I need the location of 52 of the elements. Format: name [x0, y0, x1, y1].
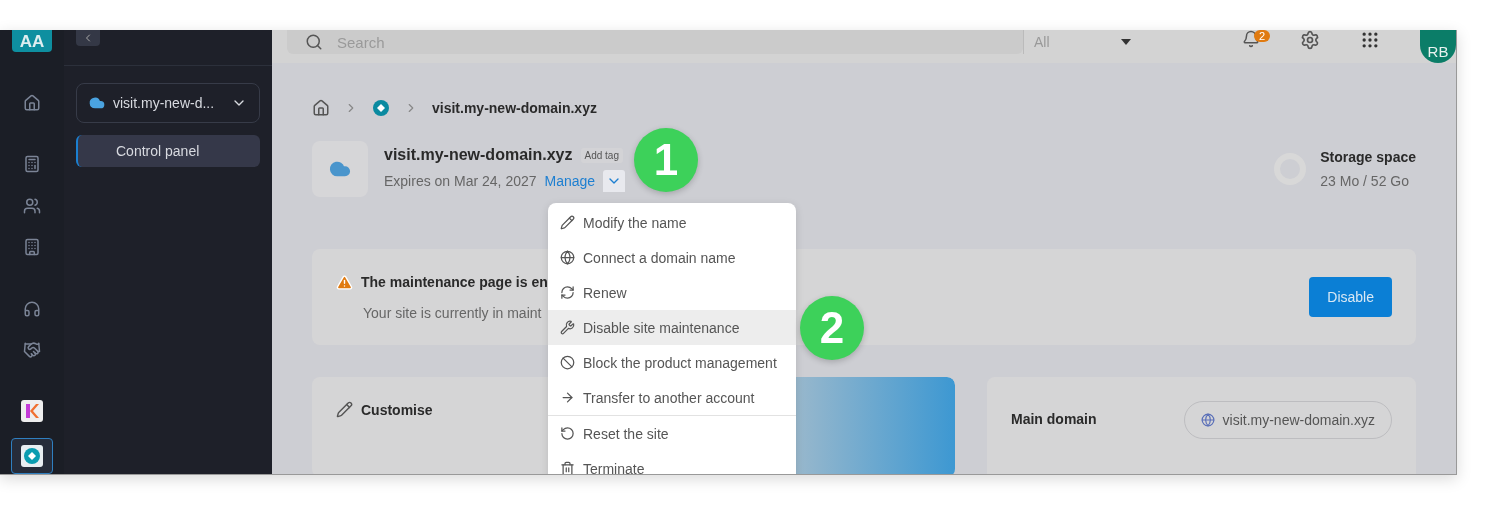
settings-icon[interactable] — [1300, 30, 1320, 50]
user-avatar[interactable]: RB — [1420, 30, 1456, 63]
add-tag-button[interactable]: Add tag — [580, 147, 623, 163]
app-tile[interactable] — [11, 438, 53, 474]
product-name: visit.my-new-domain.xyz — [384, 146, 573, 164]
refresh-icon — [560, 285, 575, 300]
storage-title: Storage space — [1320, 149, 1416, 165]
alert-text: Your site is currently in maint — [362, 304, 543, 321]
ban-icon — [560, 355, 575, 370]
customise-title: Customise — [361, 401, 433, 418]
undo-icon — [560, 426, 575, 441]
menu-item[interactable]: Modify the name — [548, 205, 796, 240]
globe-icon — [560, 250, 575, 265]
menu-item[interactable]: Block the product management — [548, 345, 796, 380]
notification-count: 2 — [1253, 30, 1270, 42]
support-icon[interactable] — [23, 299, 41, 318]
building-icon[interactable] — [23, 238, 41, 257]
caret-icon — [1121, 39, 1131, 45]
warning-icon — [336, 273, 353, 291]
main-domain-label: Main domain — [1011, 411, 1097, 427]
globe-icon — [1200, 413, 1215, 427]
k-logo-icon — [21, 399, 43, 422]
step-number-badge: 1 — [634, 128, 698, 192]
site-selector[interactable]: visit.my-new-d... — [76, 83, 260, 123]
home-icon[interactable] — [23, 93, 41, 112]
handshake-icon[interactable] — [23, 341, 41, 360]
pencil-icon — [336, 401, 353, 418]
diamond-logo-icon — [21, 445, 43, 468]
expiry-date: Expires on Mar 24, 2027 — [384, 173, 537, 189]
cloud-icon — [89, 95, 105, 111]
search-icon — [305, 33, 323, 51]
breadcrumb-current: visit.my-new-domain.xyz — [432, 100, 597, 116]
menu-item[interactable]: Transfer to another account — [548, 380, 796, 415]
menu-item[interactable]: Terminate — [548, 451, 796, 474]
menu-item[interactable]: Disable site maintenance — [548, 310, 796, 345]
pencil-icon — [560, 215, 575, 230]
bell-icon[interactable] — [1242, 30, 1260, 48]
wrench-icon — [560, 320, 575, 335]
trash-icon — [560, 461, 575, 474]
arrow-right-icon — [560, 390, 575, 405]
nav-item[interactable]: Control panel — [76, 135, 260, 167]
storage-value: 23 Mo / 52 Go — [1320, 173, 1410, 189]
home-icon[interactable] — [312, 99, 330, 117]
collapse-button[interactable] — [76, 30, 100, 46]
apps-grid-icon[interactable] — [1360, 30, 1380, 50]
users-icon[interactable] — [23, 196, 41, 215]
diamond-logo-icon[interactable] — [372, 99, 390, 117]
menu-item[interactable]: Reset the site — [548, 415, 796, 451]
menu-item[interactable]: Renew — [548, 275, 796, 310]
calculator-icon[interactable] — [23, 155, 41, 173]
alert-title: The maintenance page is en — [361, 274, 548, 290]
menu-item[interactable]: Connect a domain name — [548, 240, 796, 275]
